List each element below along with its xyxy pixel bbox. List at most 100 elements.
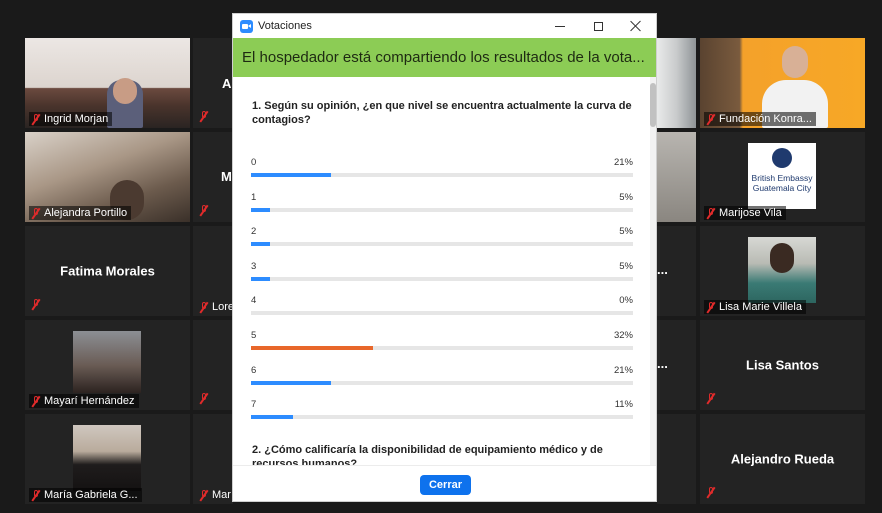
participant-name: M [221, 169, 232, 184]
poll-option-label: 4 [251, 295, 257, 307]
muted-mic-icon [706, 207, 716, 219]
participant-tile[interactable]: Mar [193, 414, 233, 504]
poll-option-label: 3 [251, 260, 257, 272]
poll-option-label: 7 [251, 399, 257, 411]
participant-tile[interactable] [657, 414, 696, 504]
participant-tile[interactable]: Alejandra Portillo [25, 132, 190, 222]
poll-option-bar-fill [251, 380, 332, 385]
participant-video [73, 331, 141, 393]
muted-mic-icon [199, 489, 209, 501]
zoom-logo-icon [240, 19, 253, 33]
poll-question: 2. ¿Cómo calificaría la disponibilidad d… [252, 444, 603, 465]
participant-tile[interactable]: Fatima Morales [25, 226, 190, 316]
close-window-button[interactable] [617, 14, 655, 38]
poll-option-label: 0 [251, 157, 257, 168]
dialog-titlebar[interactable]: Votaciones [233, 14, 656, 38]
poll-option-percent: 0% [619, 295, 633, 307]
poll-option-bar-track [251, 415, 633, 420]
scrollbar[interactable] [650, 77, 656, 465]
participant-name: Alejandro Rueda [730, 451, 835, 467]
close-icon [630, 20, 642, 32]
poll-option-percent: 32% [613, 330, 633, 341]
participant-name: María Gabriela G... [44, 489, 138, 501]
participant-tile[interactable]: Ingrid Morjan [25, 38, 190, 128]
muted-mic-icon [31, 395, 41, 407]
participant-tile[interactable]: Mayarí Hernández [25, 320, 190, 410]
muted-mic-icon [31, 207, 41, 219]
participant-tile[interactable]: A [193, 38, 233, 128]
participant-tile[interactable]: Lisa Marie Villela [700, 226, 865, 316]
participant-head [770, 243, 794, 273]
participant-label: Fundación Konra... [704, 112, 816, 126]
participant-tile[interactable]: British Embassy Guatemala City Marijose … [700, 132, 865, 222]
participant-tile[interactable] [657, 38, 696, 128]
participant-tile[interactable]: María Gabriela G... [25, 414, 190, 504]
embassy-logo-text: Guatemala City [752, 183, 812, 193]
participant-tile[interactable]: Alejandro Rueda [700, 414, 865, 504]
muted-mic-icon [706, 487, 716, 498]
poll-option-percent: 5% [619, 191, 633, 203]
participant-label: Alejandra Portillo [29, 206, 132, 220]
participant-name: Fatima Morales [60, 263, 155, 279]
participant-video [657, 132, 696, 222]
participant-label: Ingrid Morjan [29, 112, 113, 126]
poll-option-bar-track [251, 207, 633, 212]
participant-video [657, 38, 696, 128]
minimize-icon [555, 25, 565, 27]
poll-option-row: 5 32% [251, 330, 633, 360]
participant-head [113, 78, 137, 104]
participant-tile[interactable]: Fundación Konra... [700, 38, 865, 128]
muted-mic-icon [199, 301, 209, 313]
poll-question: 1. Según su opinión, ¿en que nivel se en… [252, 100, 632, 126]
participant-tile[interactable]: ... [657, 320, 696, 410]
poll-option-bar-fill [251, 346, 374, 350]
poll-option-percent: 21% [613, 157, 633, 168]
poll-option-row: 4 0% [251, 295, 633, 325]
participant-name: Lisa Santos [746, 357, 819, 373]
poll-option-label: 5 [251, 330, 257, 341]
participant-tile[interactable]: Lisa Santos [700, 320, 865, 410]
muted-mic-icon [199, 393, 209, 404]
poll-option-percent: 5% [619, 260, 633, 272]
participant-label: Lore [197, 300, 233, 314]
embassy-logo-text: British Embassy [751, 173, 813, 183]
participant-name: Lisa Marie Villela [719, 301, 802, 313]
minimize-button[interactable] [541, 14, 579, 38]
participant-head [782, 46, 808, 78]
muted-mic-icon [199, 111, 209, 122]
scrollbar-thumb[interactable] [650, 83, 656, 127]
poll-option-bar-track [251, 380, 633, 385]
embassy-logo: British Embassy Guatemala City [748, 143, 816, 209]
maximize-button[interactable] [579, 14, 617, 38]
poll-option-bar-fill [251, 242, 271, 247]
participant-tile[interactable]: Lore [193, 226, 233, 316]
participant-name-truncated: ... [657, 262, 668, 277]
participant-name: A [222, 76, 232, 91]
participant-video [73, 425, 141, 491]
participant-name: Marijose Vila [719, 207, 782, 219]
poll-option-bar-fill [251, 173, 332, 177]
participant-tile[interactable]: M [193, 132, 233, 222]
poll-option-row: 6 21% [251, 365, 633, 395]
muted-mic-icon [31, 489, 41, 501]
poll-option-percent: 5% [619, 226, 633, 238]
participant-tile[interactable] [193, 320, 233, 410]
close-button[interactable]: Cerrar [420, 475, 471, 495]
participant-name: Alejandra Portillo [44, 207, 128, 219]
participant-name: Mayarí Hernández [44, 395, 135, 407]
participant-name: Ingrid Morjan [44, 113, 109, 125]
participant-label: Lisa Marie Villela [704, 300, 806, 314]
poll-results-dialog: Votaciones El hospedador está compartien… [232, 13, 657, 502]
poll-option-label: 6 [251, 364, 257, 376]
poll-results-content: 1. Según su opinión, ¿en que nivel se en… [233, 77, 656, 465]
participant-tile[interactable] [657, 132, 696, 222]
maximize-icon [593, 21, 603, 31]
poll-option-percent: 11% [614, 399, 633, 411]
participant-tile[interactable]: ... [657, 226, 696, 316]
dialog-title: Votaciones [258, 20, 312, 32]
participant-label: Marijose Vila [704, 206, 786, 220]
muted-mic-icon [706, 301, 716, 313]
poll-option-row: 3 5% [251, 261, 633, 291]
poll-option-row: 0 21% [251, 157, 633, 187]
sharing-results-banner: El hospedador está compartiendo los resu… [233, 38, 656, 77]
